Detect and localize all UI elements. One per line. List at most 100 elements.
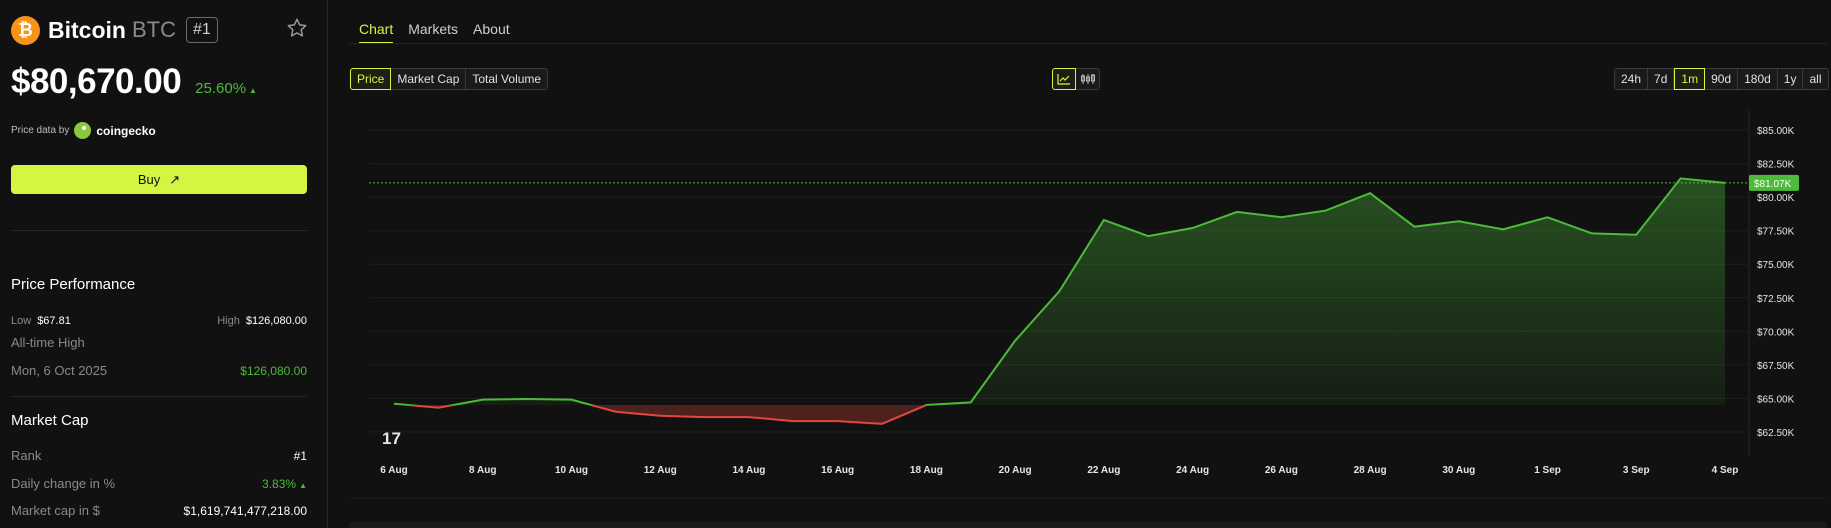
x-tick-label: 16 Aug bbox=[821, 465, 854, 476]
data-point bbox=[526, 398, 528, 400]
x-tick-label: 10 Aug bbox=[555, 465, 588, 476]
market-cap-title: Market Cap bbox=[11, 412, 89, 429]
x-tick-label: 14 Aug bbox=[732, 465, 765, 476]
x-tick-label: 22 Aug bbox=[1087, 465, 1120, 476]
range-24h-button[interactable]: 24h bbox=[1614, 68, 1649, 90]
x-tick-label: 1 Sep bbox=[1534, 465, 1561, 476]
market-cap-value: $1,619,741,477,218.00 bbox=[183, 503, 307, 518]
x-tick-label: 26 Aug bbox=[1265, 465, 1298, 476]
data-point bbox=[1458, 220, 1460, 222]
y-tick-label: $80.00K bbox=[1757, 193, 1795, 204]
y-tick-label: $82.50K bbox=[1757, 160, 1795, 171]
line-chart-button[interactable] bbox=[1052, 68, 1076, 90]
candlestick-chart-button[interactable] bbox=[1076, 68, 1100, 90]
price-chart[interactable]: $85.00K $82.50K $80.00K $77.50K $75.00K $72.5… bbox=[349, 110, 1827, 485]
range-180d-button[interactable]: 180d bbox=[1738, 68, 1778, 90]
chart-type-selector bbox=[1052, 68, 1100, 90]
line-chart-icon bbox=[1057, 74, 1070, 85]
horizontal-scrollbar[interactable] bbox=[349, 522, 1827, 528]
favorite-star-icon[interactable] bbox=[286, 17, 308, 39]
x-tick-label: 18 Aug bbox=[910, 465, 943, 476]
data-point bbox=[393, 403, 395, 405]
data-point bbox=[1103, 219, 1105, 221]
tradingview-logo-icon: 17 bbox=[382, 429, 401, 448]
x-tick-label: 6 Aug bbox=[380, 465, 407, 476]
x-tick-label: 30 Aug bbox=[1442, 465, 1475, 476]
low-high-row: Low $67.81 High $126,080.00 bbox=[11, 311, 307, 329]
metric-market-cap-button[interactable]: Market Cap bbox=[391, 68, 467, 90]
price-performance-title: Price Performance bbox=[11, 276, 136, 293]
coin-sidebar: ₿ Bitcoin BTC #1 $80,670.00 25.60% ▲ Pric… bbox=[0, 0, 328, 528]
range-7d-button[interactable]: 7d bbox=[1648, 68, 1675, 90]
data-point bbox=[1147, 235, 1149, 237]
tab-about[interactable]: About bbox=[473, 21, 510, 43]
ath-row: Mon, 6 Oct 2025 $126,080.00 bbox=[11, 363, 307, 378]
metric-selector: Price Market Cap Total Volume bbox=[350, 68, 549, 90]
y-tick-label: $67.50K bbox=[1757, 361, 1795, 372]
range-1m-button[interactable]: 1m bbox=[1674, 68, 1706, 90]
ath-label: All-time High bbox=[11, 335, 85, 350]
range-1y-button[interactable]: 1y bbox=[1777, 68, 1804, 90]
rank-badge: #1 bbox=[185, 17, 218, 43]
current-price-label: $81.07K bbox=[1754, 179, 1792, 190]
data-point bbox=[970, 401, 972, 403]
data-point bbox=[837, 420, 839, 422]
data-point bbox=[748, 416, 750, 418]
tabs-divider bbox=[349, 43, 1827, 44]
external-arrow-icon: ↗ bbox=[169, 171, 181, 187]
data-point bbox=[1680, 177, 1682, 179]
high-group: High $126,080.00 bbox=[217, 311, 307, 329]
data-point bbox=[1325, 210, 1327, 212]
price-source: Price data by coingecko bbox=[11, 122, 156, 139]
divider bbox=[11, 230, 307, 231]
bitcoin-logo-icon: ₿ bbox=[11, 15, 40, 45]
x-tick-label: 3 Sep bbox=[1623, 465, 1650, 476]
data-point bbox=[704, 416, 706, 418]
data-point bbox=[925, 404, 927, 406]
market-cap-row: Market cap in $ $1,619,741,477,218.00 bbox=[11, 503, 307, 518]
coin-symbol: BTC bbox=[131, 17, 176, 42]
data-point bbox=[1192, 227, 1194, 229]
metric-price-button[interactable]: Price bbox=[350, 68, 392, 90]
price-change-value: 25.60% bbox=[195, 80, 247, 97]
up-arrow-icon: ▲ bbox=[249, 86, 257, 95]
y-tick-label: $85.00K bbox=[1757, 126, 1795, 137]
x-tick-label: 12 Aug bbox=[644, 465, 677, 476]
coingecko-logo-icon bbox=[74, 122, 92, 139]
x-tick-label: 20 Aug bbox=[999, 465, 1032, 476]
data-point bbox=[1369, 192, 1371, 194]
candlestick-chart-icon bbox=[1080, 74, 1095, 84]
data-point bbox=[437, 407, 439, 409]
chart-footer-divider bbox=[349, 498, 1827, 499]
data-point bbox=[1591, 232, 1593, 234]
range-all-button[interactable]: all bbox=[1803, 68, 1829, 90]
price-row: $80,670.00 25.60% ▲ bbox=[11, 62, 257, 102]
data-point bbox=[881, 423, 883, 425]
up-arrow-icon: ▲ bbox=[299, 480, 307, 490]
buy-button[interactable]: Buy ↗ bbox=[11, 165, 307, 194]
ath-label-row: All-time High bbox=[11, 335, 307, 350]
area-fill-up bbox=[394, 178, 1725, 406]
data-point bbox=[1413, 226, 1415, 228]
data-point bbox=[1280, 216, 1282, 218]
rank-row: Rank #1 bbox=[11, 448, 307, 463]
ath-value: $126,080.00 bbox=[240, 363, 307, 378]
price-source-provider[interactable]: coingecko bbox=[96, 124, 155, 138]
data-point bbox=[1635, 234, 1637, 236]
tab-chart[interactable]: Chart bbox=[359, 21, 394, 43]
y-tick-label: $62.50K bbox=[1757, 428, 1795, 439]
y-tick-label: $72.50K bbox=[1757, 294, 1795, 305]
range-90d-button[interactable]: 90d bbox=[1705, 68, 1739, 90]
data-point bbox=[792, 420, 794, 422]
x-tick-label: 28 Aug bbox=[1354, 465, 1387, 476]
metric-total-volume-button[interactable]: Total Volume bbox=[466, 68, 549, 90]
data-point bbox=[482, 399, 484, 401]
market-cap-label: Market cap in $ bbox=[11, 503, 100, 518]
tab-markets[interactable]: Markets bbox=[408, 21, 458, 43]
rank-value: #1 bbox=[293, 448, 307, 463]
low-value: $67.81 bbox=[37, 315, 71, 327]
data-point bbox=[1059, 290, 1061, 292]
data-point bbox=[615, 411, 617, 413]
ath-date: Mon, 6 Oct 2025 bbox=[11, 363, 108, 378]
price-change: 25.60% ▲ bbox=[195, 80, 257, 97]
